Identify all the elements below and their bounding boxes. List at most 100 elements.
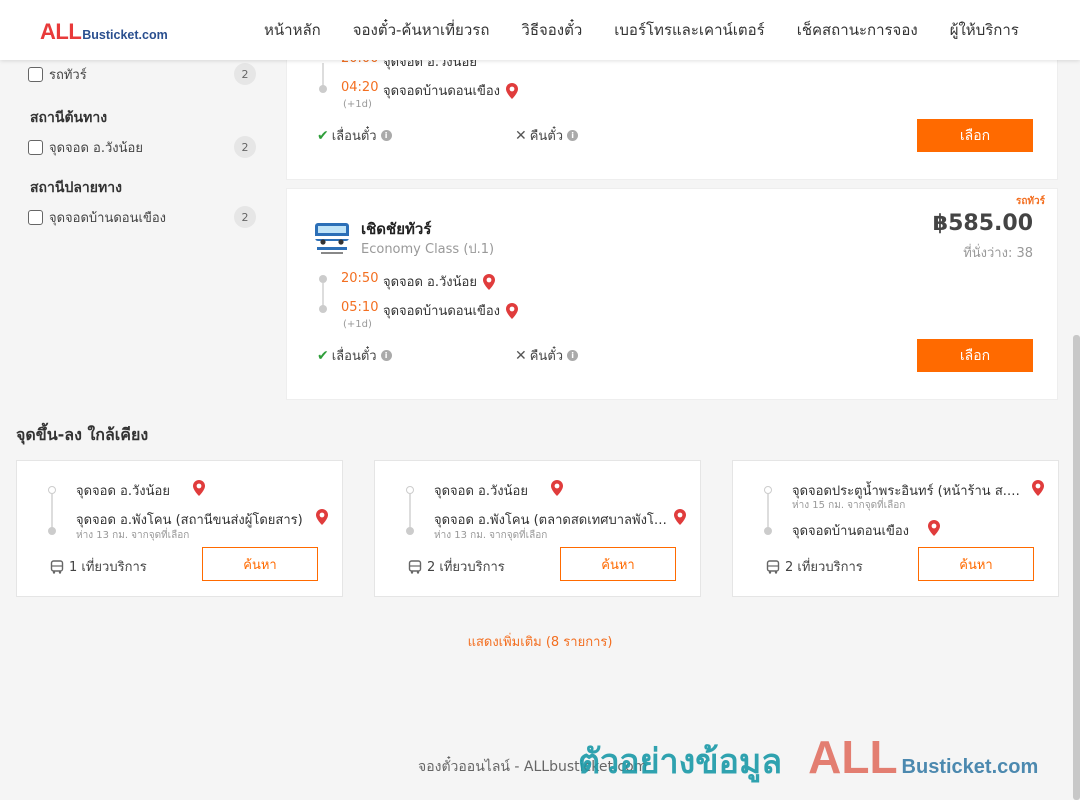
info-icon[interactable]: i xyxy=(567,350,579,361)
bus-type-checkbox[interactable] xyxy=(28,66,43,82)
watermark-rest: Busticket.com xyxy=(901,756,1039,778)
cross-icon: ✕ xyxy=(515,347,527,364)
select-trip-button[interactable]: เลือก xyxy=(917,339,1033,372)
origin-checkbox[interactable] xyxy=(28,139,43,155)
nearby-to-stop: จุดจอด อ.พังโคน (ตลาดสดเทศบาลพังโคน) xyxy=(434,513,670,528)
departure-dot xyxy=(319,275,327,283)
arrival-dot xyxy=(319,305,327,313)
departure-stop: จุดจอด อ.วังน้อย xyxy=(383,271,495,292)
check-icon: ✔ xyxy=(317,347,329,364)
filter-bus-type[interactable]: รถทัวร์ 2 xyxy=(28,63,258,85)
nearby-card: จุดจอด อ.วังน้อย จุดจอด อ.พังโคน (ตลาดสด… xyxy=(374,460,701,597)
nearby-trips-label: 2 เที่ยวบริการ xyxy=(427,560,505,575)
nearby-section-title: จุดขึ้น-ลง ใกล้เคียง xyxy=(16,425,149,444)
route-line xyxy=(409,494,411,528)
main-nav: หน้าหลัก จองตั๋ว-ค้นหาเที่ยวรถ วิธีจองตั… xyxy=(248,0,1035,60)
destination-filter-title: สถานีปลายทาง xyxy=(30,180,122,196)
bus-icon xyxy=(766,559,780,574)
nav-how-to-book[interactable]: วิธีจองตั๋ว xyxy=(505,18,598,42)
from-dot xyxy=(406,486,414,494)
trip-card: รถทัวร์ เชิดชัยทัวร์ Economy Class (ป.1)… xyxy=(286,188,1058,400)
watermark-thai: ตัวอย่างข้อมูล xyxy=(578,742,783,782)
nearby-trips: 2 เที่ยวบริการ xyxy=(766,556,863,577)
refund-policy: ✕ คืนตั๋ว i xyxy=(515,345,579,366)
map-pin-icon[interactable] xyxy=(316,509,328,525)
page-scrollbar[interactable] xyxy=(1073,335,1080,800)
arrival-stop-label: จุดจอดบ้านดอนเขือง xyxy=(383,84,500,99)
cross-icon: ✕ xyxy=(515,127,527,144)
info-icon[interactable]: i xyxy=(380,350,392,361)
nav-phone-counter[interactable]: เบอร์โทรและเคาน์เตอร์ xyxy=(598,18,780,42)
nearby-search-button[interactable]: ค้นหา xyxy=(918,547,1034,581)
next-day-label: (+1d) xyxy=(343,319,372,330)
reschedule-policy: ✔ เลื่อนตั๋ว i xyxy=(317,125,392,146)
origin-label: จุดจอด อ.วังน้อย xyxy=(49,140,143,156)
refund-label: คืนตั๋ว xyxy=(529,349,564,364)
sample-data-watermark: ตัวอย่างข้อมูล ALL Busticket.com xyxy=(578,730,1038,788)
departure-stop-label: จุดจอด อ.วังน้อย xyxy=(383,275,477,290)
nearby-trips: 2 เที่ยวบริการ xyxy=(408,556,505,577)
map-pin-icon[interactable] xyxy=(193,480,205,496)
select-trip-button[interactable]: เลือก xyxy=(917,119,1033,152)
route-line xyxy=(767,494,769,528)
nearby-to-stop: จุดจอด อ.พังโคน (สถานีขนส่งผู้โดยสาร) xyxy=(76,513,303,528)
arrival-stop-label: จุดจอดบ้านดอนเขือง xyxy=(383,304,500,319)
refund-policy: ✕ คืนตั๋ว i xyxy=(515,125,579,146)
seats-available: ที่นั่งว่าง: 38 xyxy=(963,246,1033,261)
nearby-search-button[interactable]: ค้นหา xyxy=(560,547,676,581)
bus-type-tag: รถทัวร์ xyxy=(1015,196,1045,207)
nav-check-booking[interactable]: เช็คสถานะการจอง xyxy=(781,18,934,42)
site-logo[interactable]: ALL Busticket.com xyxy=(40,19,168,45)
map-pin-icon[interactable] xyxy=(551,480,563,496)
logo-all: ALL xyxy=(40,19,82,44)
nearby-trips-label: 2 เที่ยวบริการ xyxy=(785,560,863,575)
origin-count: 2 xyxy=(234,136,256,158)
map-pin-icon[interactable] xyxy=(482,273,495,290)
map-pin-icon[interactable] xyxy=(674,509,686,525)
nearby-distance: ห่าง 13 กม. จากจุดที่เลือก xyxy=(434,530,548,541)
bus-icon xyxy=(408,559,422,574)
reschedule-policy: ✔ เลื่อนตั๋ว i xyxy=(317,345,392,366)
next-day-label: (+1d) xyxy=(343,99,372,110)
operator-logo-icon xyxy=(315,223,349,254)
nearby-trips-label: 1 เที่ยวบริการ xyxy=(69,560,147,575)
origin-filter-title: สถานีต้นทาง xyxy=(30,110,108,126)
nearby-card: จุดจอด อ.วังน้อย จุดจอด อ.พังโคน (สถานีข… xyxy=(16,460,343,597)
map-pin-icon[interactable] xyxy=(1032,480,1044,496)
arrival-time: 04:20 xyxy=(341,80,379,95)
watermark-all: ALL xyxy=(808,731,898,783)
bus-icon xyxy=(50,559,64,574)
bus-type-count: 2 xyxy=(234,63,256,85)
reschedule-label: เลื่อนตั๋ว xyxy=(331,129,377,144)
route-line xyxy=(51,494,53,528)
map-pin-icon[interactable] xyxy=(506,302,518,319)
from-dot xyxy=(764,486,772,494)
nav-book-search[interactable]: จองตั๋ว-ค้นหาเที่ยวรถ xyxy=(337,18,506,42)
arrival-stop: จุดจอดบ้านดอนเขือง xyxy=(383,80,518,101)
info-icon[interactable]: i xyxy=(380,130,392,141)
filter-destination[interactable]: จุดจอดบ้านดอนเขือง 2 xyxy=(28,206,258,228)
arrival-stop: จุดจอดบ้านดอนเขือง xyxy=(383,300,518,321)
bus-type-label: รถทัวร์ xyxy=(49,67,87,83)
logo-rest: Busticket.com xyxy=(82,28,168,42)
nearby-search-button[interactable]: ค้นหา xyxy=(202,547,318,581)
nav-operators[interactable]: ผู้ให้บริการ xyxy=(934,18,1035,42)
refund-label: คืนตั๋ว xyxy=(529,129,564,144)
to-dot xyxy=(48,527,56,535)
nav-home[interactable]: หน้าหลัก xyxy=(248,18,337,42)
site-header: ALL Busticket.com หน้าหลัก จองตั๋ว-ค้นหา… xyxy=(0,0,1080,60)
arrival-dot xyxy=(319,85,327,93)
nearby-card: จุดจอดประตูน้ำพระอินทร์ (หน้าร้าน ส.ขอนแ… xyxy=(732,460,1059,597)
show-more-link[interactable]: แสดงเพิ่มเติม (8 รายการ) xyxy=(0,631,1080,652)
reschedule-label: เลื่อนตั๋ว xyxy=(331,349,377,364)
map-pin-icon[interactable] xyxy=(506,82,518,99)
info-icon[interactable]: i xyxy=(567,130,579,141)
filter-origin[interactable]: จุดจอด อ.วังน้อย 2 xyxy=(28,136,258,158)
destination-label: จุดจอดบ้านดอนเขือง xyxy=(49,210,166,226)
check-icon: ✔ xyxy=(317,127,329,144)
map-pin-icon[interactable] xyxy=(928,520,940,536)
nearby-to-stop: จุดจอดบ้านดอนเขือง xyxy=(792,524,909,539)
bus-class: Economy Class (ป.1) xyxy=(361,242,495,257)
destination-checkbox[interactable] xyxy=(28,209,43,225)
nearby-trips: 1 เที่ยวบริการ xyxy=(50,556,147,577)
